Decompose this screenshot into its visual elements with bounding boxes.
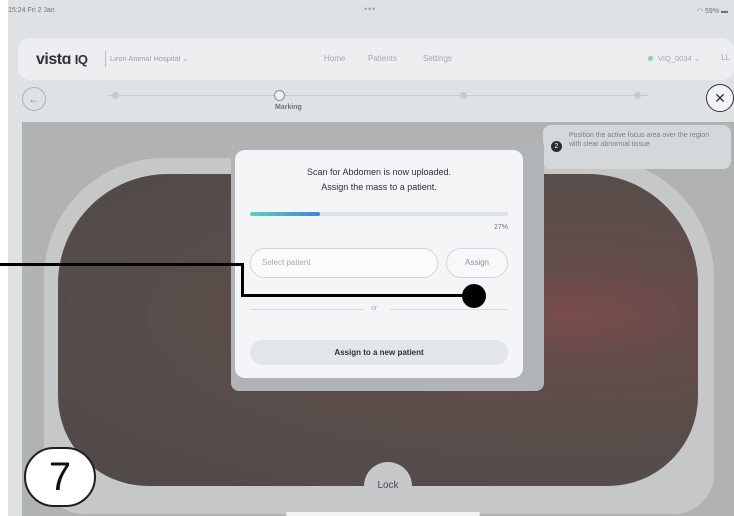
hospital-selector[interactable]: Liron Animal Hospital ⌄ xyxy=(110,54,189,63)
back-button[interactable]: ← xyxy=(22,87,46,111)
or-label: or xyxy=(371,305,378,312)
step-dot-4 xyxy=(634,92,641,99)
device-selector[interactable]: VIQ_0034 ⌄ xyxy=(647,54,700,63)
modal-message-2: Assign the mass to a patient. xyxy=(321,182,437,192)
nav-patients[interactable]: Patients xyxy=(368,54,397,63)
status-right: ◠ 59% ▬ xyxy=(697,7,728,15)
app-logo[interactable]: vistɑ IQ xyxy=(36,51,88,69)
annotation-line-1 xyxy=(0,263,244,266)
annotation-pointer-dot xyxy=(462,284,486,308)
nav-settings[interactable]: Settings xyxy=(423,54,452,63)
online-indicator xyxy=(647,56,653,61)
upload-progress-fill xyxy=(250,212,320,216)
status-time: 15:24 Fri 2 Jan xyxy=(8,7,55,14)
multitask-dots[interactable]: ••• xyxy=(364,4,376,14)
or-divider-right xyxy=(390,309,508,310)
home-indicator[interactable] xyxy=(286,512,480,516)
assign-new-patient-button[interactable]: Assign to a new patient xyxy=(250,340,508,365)
step-dot-marking xyxy=(274,90,285,101)
user-avatar[interactable]: LL xyxy=(721,53,730,62)
battery-level: 59% xyxy=(705,8,720,15)
logo-text: vistɑ xyxy=(36,51,71,68)
annotation-line-2 xyxy=(241,263,244,297)
annotation-line-3 xyxy=(241,294,475,297)
select-patient-input[interactable]: Select patient xyxy=(250,248,438,278)
wifi-icon: ◠ xyxy=(696,8,706,15)
status-bar: 15:24 Fri 2 Jan ••• ◠ 59% ▬ xyxy=(8,0,734,22)
step-label-marking: Marking xyxy=(275,104,302,111)
step-dot-1 xyxy=(112,92,119,99)
upload-progress-bar xyxy=(250,212,508,216)
hint-text: Position the active focus area over the … xyxy=(569,132,710,148)
modal-message-1: Scan for Abdomen is now uploaded. xyxy=(306,167,452,177)
arrow-left-icon: ← xyxy=(28,92,40,106)
close-icon: ✕ xyxy=(714,90,726,106)
tutorial-step-number: 7 xyxy=(24,447,96,507)
logo-iq: IQ xyxy=(74,52,88,67)
step-progress: ← Marking ✕ xyxy=(8,84,734,120)
upload-progress-label: 27% xyxy=(493,224,508,231)
close-button[interactable]: ✕ xyxy=(706,84,734,112)
top-nav: vistɑ IQ Liron Animal Hospital ⌄ Home Pa… xyxy=(18,38,734,80)
battery-icon: ▬ xyxy=(721,8,728,15)
logo-divider xyxy=(105,51,106,67)
nav-home[interactable]: Home xyxy=(324,54,345,63)
ipad-screen: 15:24 Fri 2 Jan ••• ◠ 59% ▬ vistɑ IQ Lir… xyxy=(8,0,734,516)
step-line xyxy=(108,95,648,96)
step-dot-3 xyxy=(460,92,467,99)
assign-modal: Scan for Abdomen is now uploaded. Assign… xyxy=(235,150,523,378)
instruction-hint: 2 Position the active focus area over th… xyxy=(543,125,731,169)
lock-button[interactable]: Lock xyxy=(364,462,412,510)
device-label: VIQ_0034 ⌄ xyxy=(657,54,700,63)
hint-step-badge: 2 xyxy=(551,141,562,152)
assign-button[interactable]: Assign xyxy=(446,248,508,278)
or-divider-left xyxy=(250,309,365,310)
